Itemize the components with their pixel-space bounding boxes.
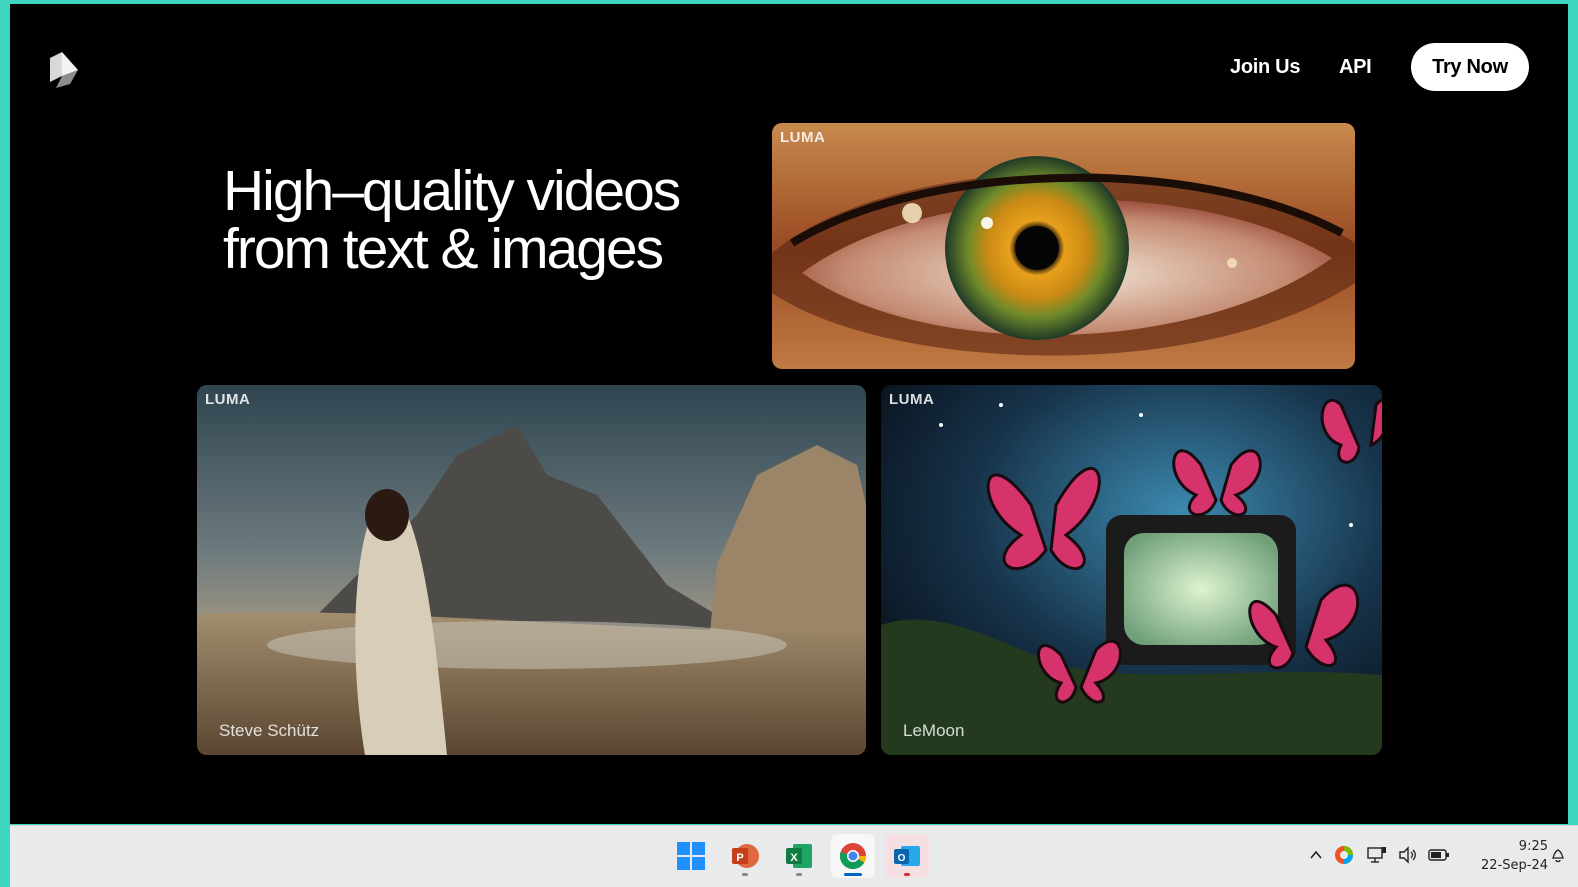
video-credit: LeMoon [903, 721, 965, 740]
hero-line-2: from text & images [223, 217, 664, 281]
video-card-butterflies[interactable]: LUMA LeMoon [881, 385, 1382, 755]
notification-icon[interactable] [1547, 844, 1569, 866]
luma-logo-icon[interactable] [48, 48, 80, 88]
chevron-up-icon[interactable] [1305, 844, 1327, 866]
butterflies-video-thumbnail [881, 385, 1382, 755]
running-indicator [796, 873, 802, 876]
video-credit: Steve Schütz [219, 721, 320, 740]
running-indicator [742, 873, 748, 876]
svg-text:O: O [898, 853, 906, 864]
svg-text:X: X [790, 852, 798, 864]
battery-icon[interactable] [1428, 844, 1450, 866]
luma-watermark: LUMA [780, 129, 826, 146]
eye-video-thumbnail [772, 123, 1355, 369]
clock-date: 22-Sep-24 [1481, 858, 1548, 873]
video-card-desert[interactable]: LUMA Steve Schütz [197, 385, 866, 755]
excel-icon[interactable]: X [777, 834, 821, 878]
luma-watermark: LUMA [205, 391, 251, 408]
network-icon[interactable] [1366, 844, 1388, 866]
copilot-icon[interactable] [1333, 844, 1355, 866]
chrome-icon[interactable] [831, 834, 875, 878]
nav-join-us[interactable]: Join Us [1230, 56, 1300, 79]
luma-watermark: LUMA [889, 391, 935, 408]
active-indicator [844, 873, 862, 876]
windows-taskbar: P X O 9:25 22-Sep-24 [10, 825, 1578, 887]
hero-line-1: High–quality videos [223, 159, 681, 223]
running-indicator [904, 873, 910, 876]
volume-icon[interactable] [1397, 844, 1419, 866]
clock-time: 9:25 [1518, 839, 1548, 854]
system-clock[interactable]: 9:25 22-Sep-24 [1481, 837, 1548, 875]
windows-start-icon[interactable] [669, 834, 713, 878]
browser-viewport: Join Us API Try Now High–quality videos … [10, 4, 1568, 824]
desert-video-thumbnail [197, 385, 866, 755]
nav-api[interactable]: API [1339, 56, 1372, 79]
try-now-button[interactable]: Try Now [1411, 43, 1529, 91]
hero-headline: High–quality videos from text & images [223, 159, 681, 281]
video-card-eye[interactable]: LUMA [772, 123, 1355, 369]
powerpoint-icon[interactable]: P [723, 834, 767, 878]
outlook-icon[interactable]: O [885, 834, 929, 878]
svg-text:P: P [736, 852, 743, 864]
